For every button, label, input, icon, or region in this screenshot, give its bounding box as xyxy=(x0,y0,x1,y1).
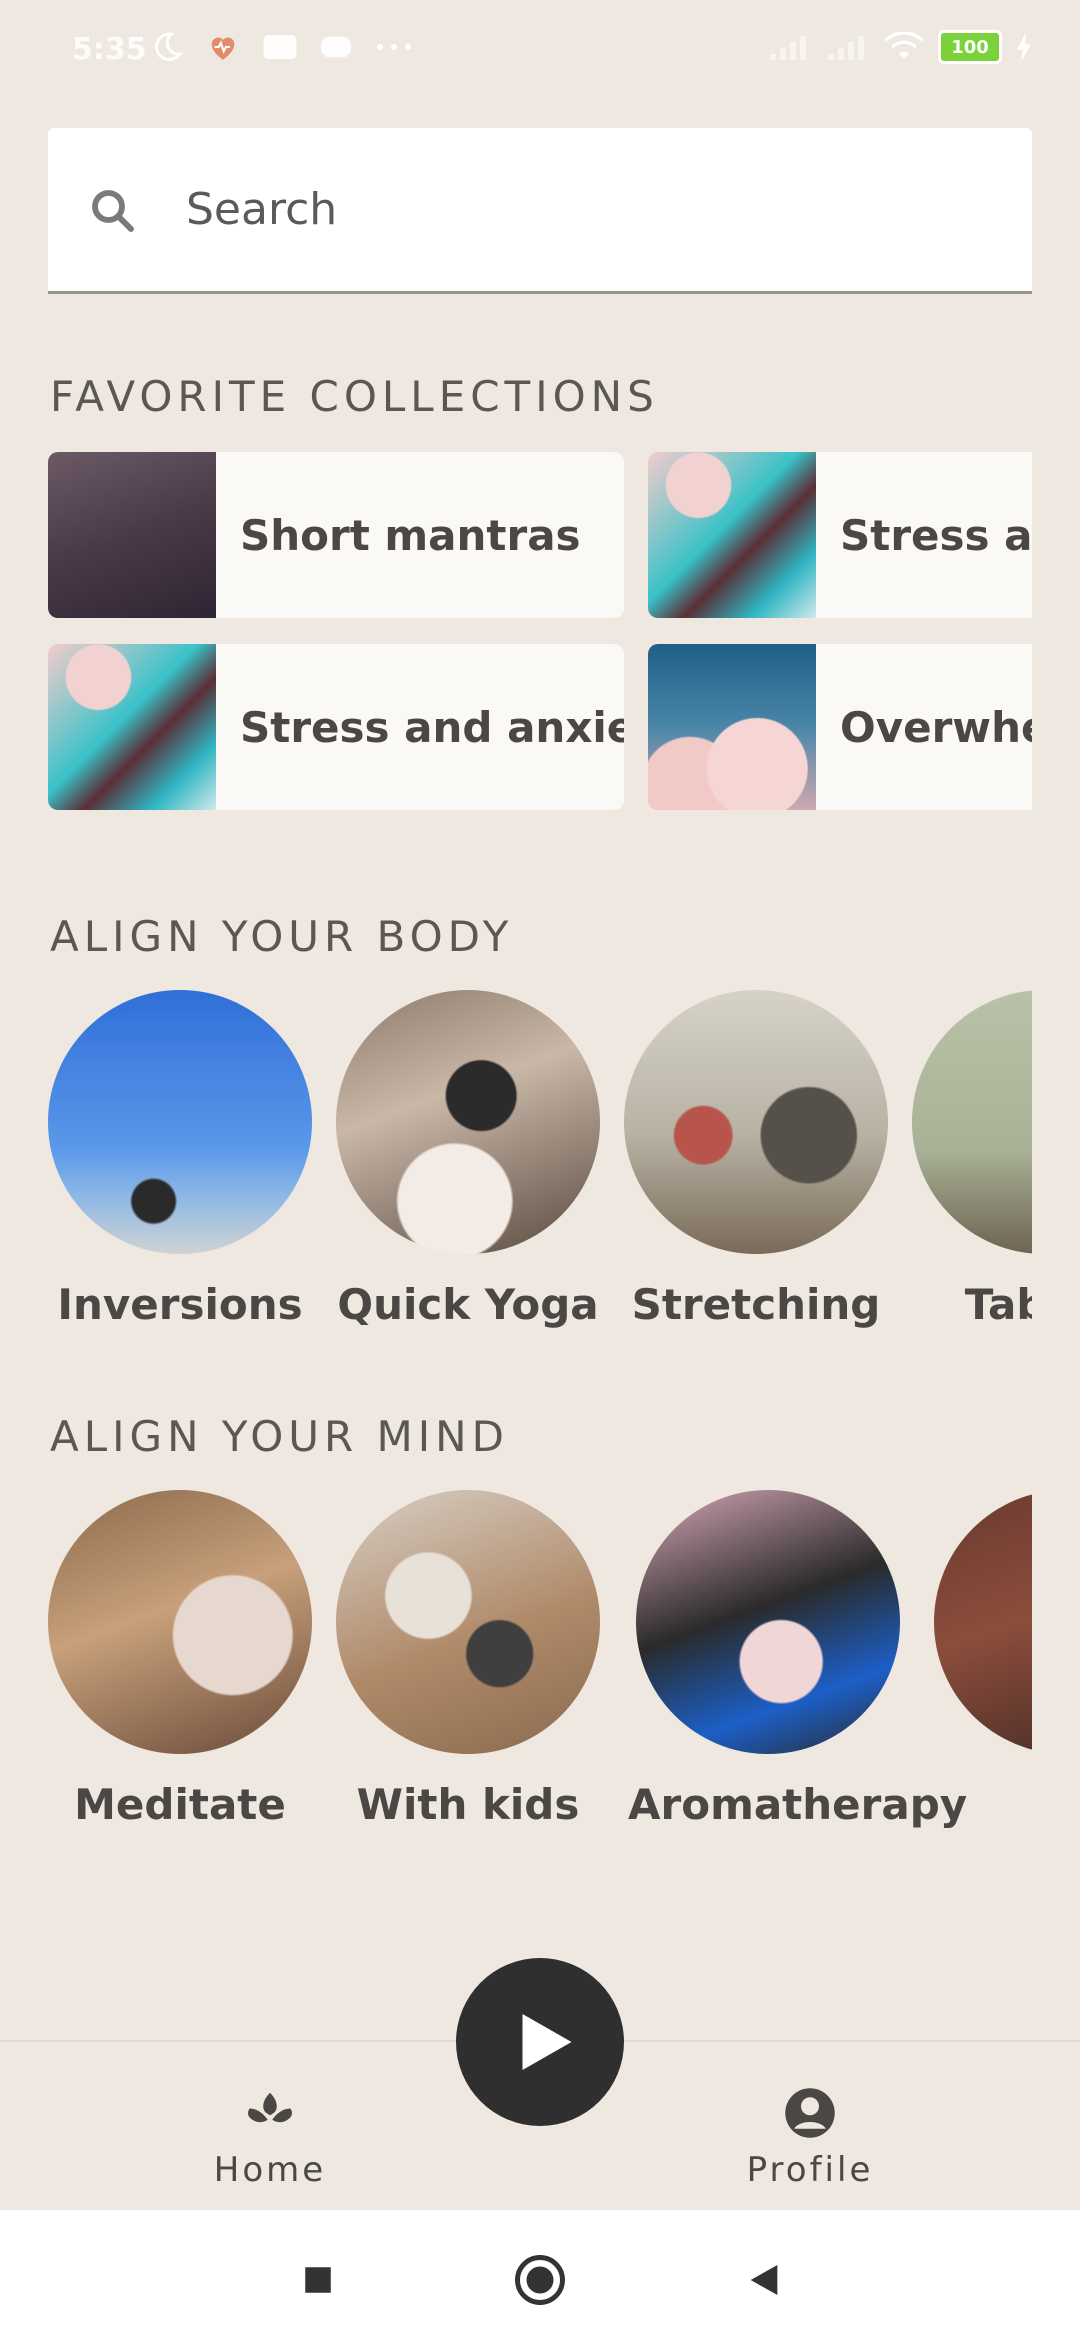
recents-button[interactable] xyxy=(288,2250,348,2310)
collection-card[interactable]: Short mantras xyxy=(48,452,624,618)
category-label: Inversions xyxy=(57,1280,303,1329)
home-button[interactable] xyxy=(510,2250,570,2310)
search-box[interactable] xyxy=(48,128,1032,294)
favorite-collections-title: FAVORITE COLLECTIONS xyxy=(50,372,659,421)
category-item[interactable]: Meditate xyxy=(48,1490,320,1829)
heart-icon xyxy=(211,37,235,60)
collection-thumbnail xyxy=(648,644,816,810)
category-label: Aromatherapy xyxy=(628,1780,968,1829)
category-item[interactable]: Tabata xyxy=(904,990,1032,1329)
category-image xyxy=(336,990,600,1254)
system-nav-bar xyxy=(0,2210,1080,2340)
category-image xyxy=(934,1490,1032,1754)
category-item[interactable]: Inversions xyxy=(48,990,320,1329)
category-label: With kids xyxy=(356,1780,580,1829)
category-image xyxy=(912,990,1032,1254)
status-bar: 5:35 100 xyxy=(0,0,1080,100)
category-image xyxy=(624,990,888,1254)
nav-home[interactable]: Home xyxy=(150,2086,390,2190)
signal-icon xyxy=(770,36,806,60)
category-label: On xyxy=(926,1780,1032,1829)
discord-icon xyxy=(321,36,351,58)
favorite-collections-grid: Short mantras Stress and anxiety Stress … xyxy=(48,452,1032,812)
category-item[interactable]: Stretching xyxy=(616,990,896,1329)
lotus-icon xyxy=(248,2092,292,2123)
nav-profile[interactable]: Profile xyxy=(690,2086,930,2190)
align-mind-title: ALIGN YOUR MIND xyxy=(50,1412,509,1461)
align-mind-row: Meditate With kids Aromatherapy On xyxy=(48,1490,1032,1850)
category-image xyxy=(336,1490,600,1754)
collection-label: Short mantras xyxy=(240,510,581,560)
collection-card[interactable]: Stress and anxiety xyxy=(648,452,1032,618)
status-icons-right: 100 xyxy=(768,30,1032,64)
collection-label: Stress and anxiety xyxy=(240,702,624,752)
collection-thumbnail xyxy=(48,452,216,618)
category-item[interactable]: On xyxy=(926,1490,1032,1829)
category-item[interactable]: Aromatherapy xyxy=(628,1490,968,1829)
search-icon xyxy=(92,190,134,232)
align-body-title: ALIGN YOUR BODY xyxy=(50,912,514,961)
gallery-icon xyxy=(263,35,297,59)
play-icon xyxy=(522,2014,572,2070)
collection-label: Overwhelmed xyxy=(840,702,1032,752)
category-item[interactable]: With kids xyxy=(328,1490,608,1829)
category-image xyxy=(48,990,312,1254)
square-icon xyxy=(305,2267,331,2293)
signal-roaming-icon xyxy=(828,36,864,60)
category-label: Tabata xyxy=(964,1280,1032,1329)
circle-home-icon xyxy=(515,2255,565,2305)
collection-label: Stress and anxiety xyxy=(840,510,1032,560)
play-button[interactable] xyxy=(456,1958,624,2126)
category-item[interactable]: Quick Yoga xyxy=(328,990,608,1329)
nav-profile-label: Profile xyxy=(746,2150,874,2190)
back-button[interactable] xyxy=(734,2250,794,2310)
collection-card[interactable]: Overwhelmed xyxy=(648,644,1032,810)
search-input[interactable] xyxy=(184,168,988,250)
category-image xyxy=(636,1490,900,1754)
status-time: 5:35 xyxy=(72,32,147,67)
category-label: Stretching xyxy=(631,1280,881,1329)
category-label: Meditate xyxy=(74,1780,286,1829)
profile-icon xyxy=(785,2088,835,2138)
align-body-row: Inversions Quick Yoga Stretching Tabata xyxy=(48,990,1032,1350)
collection-card[interactable]: Stress and anxiety xyxy=(48,644,624,810)
more-dots-icon xyxy=(377,44,411,50)
nav-home-label: Home xyxy=(213,2150,327,2190)
category-image xyxy=(48,1490,312,1754)
charging-icon xyxy=(1017,33,1031,61)
battery-indicator: 100 xyxy=(938,30,1002,64)
collection-thumbnail xyxy=(648,452,816,618)
moon-icon xyxy=(155,32,183,61)
status-icons-left xyxy=(150,30,414,64)
back-triangle-icon xyxy=(750,2265,778,2295)
wifi-icon xyxy=(884,32,924,59)
collection-thumbnail xyxy=(48,644,216,810)
category-label: Quick Yoga xyxy=(337,1280,599,1329)
